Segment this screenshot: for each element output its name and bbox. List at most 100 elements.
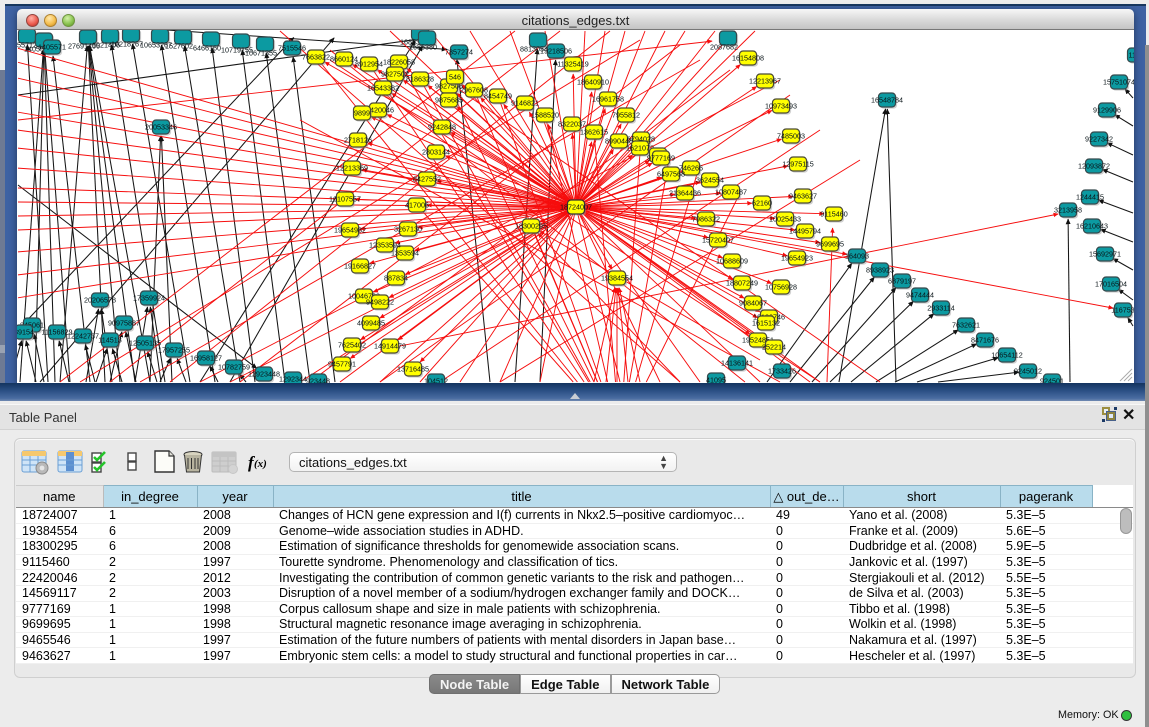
svg-text:9875685: 9875685 bbox=[435, 96, 463, 105]
svg-text:1685380: 1685380 bbox=[409, 43, 437, 52]
svg-text:12923448: 12923448 bbox=[248, 370, 280, 379]
svg-text:20053346: 20053346 bbox=[145, 123, 177, 132]
svg-text:7663822: 7663822 bbox=[302, 53, 330, 62]
svg-text:15751074: 15751074 bbox=[1103, 78, 1134, 87]
svg-text:2718126: 2718126 bbox=[344, 136, 372, 145]
svg-text:10654112: 10654112 bbox=[991, 351, 1022, 360]
svg-text:8454749: 8454749 bbox=[484, 92, 512, 101]
svg-text:16107557: 16107557 bbox=[329, 195, 361, 204]
svg-text:10218267: 10218267 bbox=[111, 40, 143, 49]
svg-text:417006: 417006 bbox=[405, 201, 429, 210]
svg-text:9245012: 9245012 bbox=[1014, 367, 1042, 376]
svg-text:1615132: 1615132 bbox=[752, 319, 780, 328]
svg-text:41095: 41095 bbox=[706, 376, 726, 383]
svg-text:7485003: 7485003 bbox=[777, 132, 805, 141]
svg-text:9498222: 9498222 bbox=[366, 298, 394, 307]
svg-text:15692971: 15692971 bbox=[1089, 250, 1121, 259]
svg-text:10782759: 10782759 bbox=[218, 363, 250, 372]
svg-text:3624554: 3624554 bbox=[696, 176, 724, 185]
svg-text:8186328: 8186328 bbox=[406, 75, 434, 84]
svg-text:6497568: 6497568 bbox=[657, 170, 685, 179]
svg-text:10671355: 10671355 bbox=[245, 49, 277, 58]
svg-text:7986322: 7986322 bbox=[692, 215, 720, 224]
svg-text:9146821: 9146821 bbox=[511, 99, 539, 108]
svg-text:(x): (x) bbox=[254, 458, 267, 470]
svg-text:8912954: 8912954 bbox=[355, 60, 383, 69]
svg-text:11325419: 11325419 bbox=[557, 60, 588, 69]
svg-text:19218506: 19218506 bbox=[540, 47, 572, 56]
svg-text:1112: 1112 bbox=[1129, 51, 1134, 60]
svg-text:12505135: 12505135 bbox=[129, 339, 161, 348]
svg-text:2803144: 2803144 bbox=[422, 148, 450, 157]
svg-text:17016504: 17016504 bbox=[1095, 280, 1127, 289]
svg-text:90975887: 90975887 bbox=[108, 319, 140, 328]
svg-text:114513: 114513 bbox=[98, 336, 121, 345]
svg-text:19654923: 19654923 bbox=[781, 254, 813, 263]
svg-text:8938923: 8938923 bbox=[866, 266, 894, 275]
svg-text:17957255: 17957255 bbox=[158, 346, 190, 355]
svg-text:7632621: 7632621 bbox=[952, 321, 980, 330]
svg-text:1588520: 1588520 bbox=[531, 111, 559, 120]
svg-text:9777169: 9777169 bbox=[647, 154, 675, 163]
svg-text:9084067: 9084067 bbox=[739, 299, 767, 308]
svg-text:9699695: 9699695 bbox=[816, 240, 844, 249]
svg-text:16961758: 16961758 bbox=[592, 95, 624, 104]
svg-text:16210643: 16210643 bbox=[1076, 222, 1108, 231]
svg-text:6879197: 6879197 bbox=[888, 277, 916, 286]
svg-text:1353594: 1353594 bbox=[391, 249, 419, 258]
svg-text:9474444: 9474444 bbox=[906, 291, 934, 300]
svg-text:1733426: 1733426 bbox=[768, 367, 796, 376]
svg-text:18226058: 18226058 bbox=[383, 58, 415, 67]
svg-text:10756928: 10756928 bbox=[765, 283, 797, 292]
svg-text:7515546: 7515546 bbox=[278, 44, 306, 53]
svg-text:2087682: 2087682 bbox=[710, 43, 738, 52]
svg-text:2933114: 2933114 bbox=[927, 304, 954, 313]
svg-text:7955812: 7955812 bbox=[612, 111, 640, 120]
svg-text:9242848: 9242848 bbox=[428, 123, 456, 132]
svg-text:13716485: 13716485 bbox=[397, 365, 429, 374]
svg-text:1362615: 1362615 bbox=[580, 128, 608, 137]
svg-text:19654982: 19654982 bbox=[334, 226, 366, 235]
svg-text:14914479: 14914479 bbox=[374, 342, 406, 351]
svg-text:15720407: 15720407 bbox=[702, 236, 734, 245]
svg-text:9129906: 9129906 bbox=[1093, 106, 1121, 115]
svg-text:9827502: 9827502 bbox=[381, 70, 409, 79]
svg-text:18300295: 18300295 bbox=[515, 222, 547, 231]
svg-text:9115460: 9115460 bbox=[820, 210, 847, 219]
svg-text:1527602: 1527602 bbox=[165, 42, 193, 51]
svg-text:12093872: 12093872 bbox=[1078, 162, 1110, 171]
svg-text:10025433: 10025433 bbox=[769, 215, 801, 224]
svg-text:12213369: 12213369 bbox=[336, 164, 368, 173]
svg-text:18807249: 18807249 bbox=[726, 279, 758, 288]
svg-text:9227342: 9227342 bbox=[1085, 135, 1113, 144]
svg-text:12242737: 12242737 bbox=[67, 332, 99, 341]
svg-text:21364436: 21364436 bbox=[669, 189, 701, 198]
svg-text:9457791: 9457791 bbox=[328, 360, 356, 369]
svg-text:16958127: 16958127 bbox=[190, 354, 222, 363]
svg-text:16154808: 16154808 bbox=[732, 54, 764, 63]
svg-text:7625402: 7625402 bbox=[338, 341, 366, 350]
svg-text:4099485: 4099485 bbox=[357, 319, 385, 328]
svg-text:10688609: 10688609 bbox=[716, 257, 748, 266]
svg-text:19166827: 19166827 bbox=[344, 262, 376, 271]
svg-text:17359924: 17359924 bbox=[133, 294, 165, 303]
svg-text:12213967: 12213967 bbox=[749, 77, 781, 86]
svg-text:39154: 39154 bbox=[17, 328, 34, 337]
svg-text:19384554: 19384554 bbox=[601, 274, 633, 283]
svg-text:1292344: 1292344 bbox=[279, 375, 307, 383]
svg-text:3267130: 3267130 bbox=[394, 225, 422, 234]
svg-text:8660124: 8660124 bbox=[330, 55, 358, 64]
svg-text:8427552: 8427552 bbox=[413, 175, 441, 184]
svg-text:18640910: 18640910 bbox=[577, 78, 609, 87]
svg-text:252214: 252214 bbox=[762, 343, 786, 352]
svg-text:9899: 9899 bbox=[354, 109, 370, 118]
svg-text:116753: 116753 bbox=[1111, 306, 1134, 315]
svg-text:1405571: 1405571 bbox=[38, 43, 66, 52]
svg-text:14495794: 14495794 bbox=[789, 227, 821, 236]
svg-text:8471676: 8471676 bbox=[971, 336, 999, 345]
svg-text:887834: 887834 bbox=[384, 274, 408, 283]
svg-text:12353594: 12353594 bbox=[369, 241, 401, 250]
svg-text:12975115: 12975115 bbox=[782, 160, 813, 169]
svg-text:14136141: 14136141 bbox=[721, 359, 753, 368]
svg-text:9463627: 9463627 bbox=[789, 192, 817, 201]
